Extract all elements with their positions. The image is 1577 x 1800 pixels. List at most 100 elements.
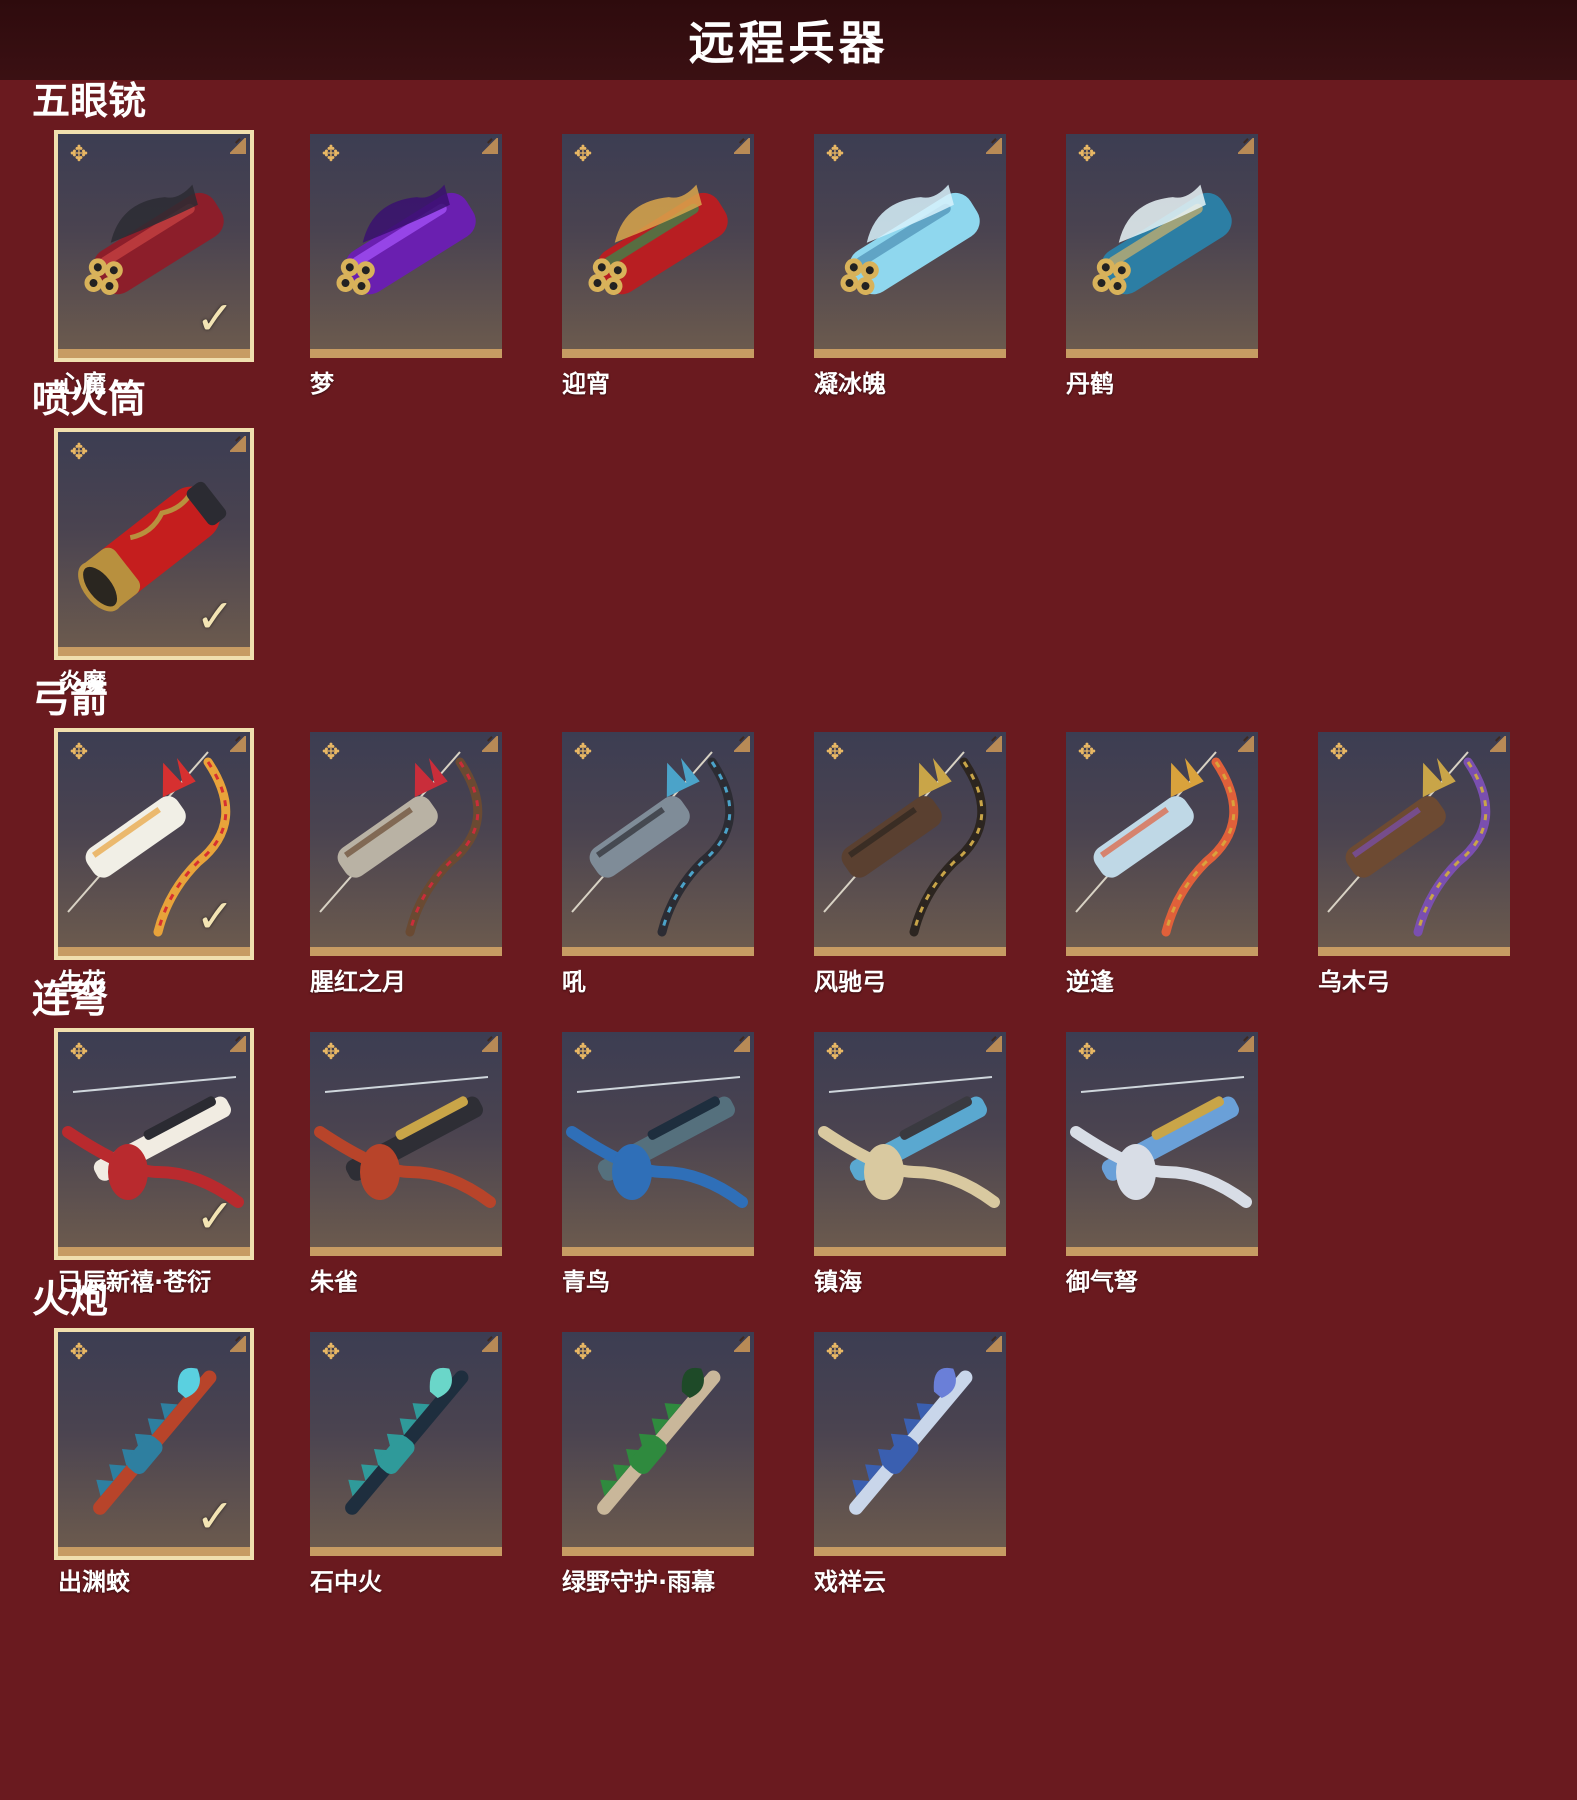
weapon-item[interactable]: ✥ 青鸟 [562,1032,758,1297]
rarity-star-icon: ✥ [825,740,845,765]
corner-tag-icon [482,1336,498,1352]
rarity-star-icon: ✥ [321,1340,341,1365]
weapon-name: 绿野守护·雨幕 [562,1568,716,1596]
weapon-name: 梦 [310,370,334,398]
weapon-card[interactable]: ✥ ✓ [54,130,254,362]
weapon-card[interactable]: ✥ [310,134,502,358]
corner-tag-icon [986,1336,1002,1352]
rarity-star-icon: ✥ [825,142,845,167]
rarity-star-icon: ✥ [573,740,593,765]
weapon-item[interactable]: ✥ ✓ 出渊蛟 [54,1328,254,1597]
corner-tag-icon [1490,736,1506,752]
weapon-card[interactable]: ✥ [562,1332,754,1556]
weapon-name: 腥红之月 [310,968,406,996]
weapon-name: 逆逢 [1066,968,1114,996]
corner-tag-icon [1238,1036,1254,1052]
weapon-card[interactable]: ✥ [1318,732,1510,956]
weapon-card[interactable]: ✥ [562,134,754,358]
weapon-item[interactable]: ✥ ✓ 炎魔 [54,428,254,697]
weapon-name: 青鸟 [562,1268,610,1296]
rarity-star-icon: ✥ [825,1040,845,1065]
weapon-name: 镇海 [814,1268,862,1296]
weapon-card[interactable]: ✥ [814,1332,1006,1556]
rarity-star-icon: ✥ [69,740,89,765]
weapon-name: 石中火 [310,1568,382,1596]
weapon-item[interactable]: ✥ ✓ 已辰新禧·苍衍 [54,1028,254,1297]
corner-tag-icon [1238,138,1254,154]
rarity-star-icon: ✥ [1077,740,1097,765]
weapon-card[interactable]: ✥ [1066,134,1258,358]
page-title: 远程兵器 [688,16,889,70]
corner-tag-icon [230,1336,246,1352]
corner-tag-icon [986,138,1002,154]
weapon-item[interactable]: ✥ ✓ 心魔 [54,130,254,399]
weapon-item[interactable]: ✥ ✓ 生花 [54,728,254,997]
weapon-card[interactable]: ✥ [1066,1032,1258,1256]
rarity-star-icon: ✥ [69,1040,89,1065]
equipped-check-icon: ✓ [195,589,235,643]
corner-tag-icon [986,736,1002,752]
rarity-star-icon: ✥ [69,440,89,465]
equipped-check-icon: ✓ [195,291,235,345]
weapon-item[interactable]: ✥ 戏祥云 [814,1332,1010,1597]
weapon-card[interactable]: ✥ [814,732,1006,956]
weapon-name: 乌木弓 [1318,968,1390,996]
weapon-item[interactable]: ✥ 风驰弓 [814,732,1010,997]
weapon-item[interactable]: ✥ 石中火 [310,1332,506,1597]
weapon-item[interactable]: ✥ 绿野守护·雨幕 [562,1332,758,1597]
section-title: 五眼铳 [32,79,147,123]
weapon-item[interactable]: ✥ 御气弩 [1066,1032,1262,1297]
weapon-card[interactable]: ✥ [562,732,754,956]
weapon-item[interactable]: ✥ 梦 [310,134,506,399]
weapon-item[interactable]: ✥ 逆逢 [1066,732,1262,997]
weapon-name: 凝冰魄 [814,370,886,398]
corner-tag-icon [734,138,750,154]
weapon-item[interactable]: ✥ 镇海 [814,1032,1010,1297]
weapon-card[interactable]: ✥ [562,1032,754,1256]
weapon-card[interactable]: ✥ [310,1032,502,1256]
section-title: 连弩 [32,977,109,1021]
corner-tag-icon [734,736,750,752]
corner-tag-icon [734,1336,750,1352]
weapon-item[interactable]: ✥ 丹鹤 [1066,134,1262,399]
rarity-star-icon: ✥ [573,1340,593,1365]
weapon-name: 吼 [562,968,586,996]
rarity-star-icon: ✥ [825,1340,845,1365]
equipped-check-icon: ✓ [195,889,235,943]
weapon-card[interactable]: ✥ ✓ [54,428,254,660]
section-title: 喷火筒 [32,377,147,421]
corner-tag-icon [482,736,498,752]
corner-tag-icon [482,1036,498,1052]
rarity-star-icon: ✥ [69,1340,89,1365]
weapon-card[interactable]: ✥ [310,1332,502,1556]
weapon-item[interactable]: ✥ 乌木弓 [1318,732,1514,997]
rarity-star-icon: ✥ [1077,1040,1097,1065]
weapon-name: 御气弩 [1066,1268,1138,1296]
weapon-item[interactable]: ✥ 吼 [562,732,758,997]
rarity-star-icon: ✥ [321,142,341,167]
weapon-card[interactable]: ✥ [1066,732,1258,956]
corner-tag-icon [230,736,246,752]
weapon-card[interactable]: ✥ [814,1032,1006,1256]
weapon-item[interactable]: ✥ 凝冰魄 [814,134,1010,399]
weapon-item[interactable]: ✥ 迎宵 [562,134,758,399]
weapon-card[interactable]: ✥ [814,134,1006,358]
weapon-card[interactable]: ✥ ✓ [54,728,254,960]
rarity-star-icon: ✥ [69,142,89,167]
weapon-name: 朱雀 [310,1268,358,1296]
weapon-card[interactable]: ✥ ✓ [54,1028,254,1260]
weapon-name: 出渊蛟 [58,1568,130,1596]
corner-tag-icon [230,1036,246,1052]
corner-tag-icon [1238,736,1254,752]
equipped-check-icon: ✓ [195,1489,235,1543]
weapon-name: 迎宵 [562,370,610,398]
rarity-star-icon: ✥ [321,1040,341,1065]
rarity-star-icon: ✥ [321,740,341,765]
weapon-card[interactable]: ✥ ✓ [54,1328,254,1560]
section-title: 火炮 [32,1277,109,1321]
weapon-card[interactable]: ✥ [310,732,502,956]
corner-tag-icon [986,1036,1002,1052]
rarity-star-icon: ✥ [573,142,593,167]
weapon-item[interactable]: ✥ 朱雀 [310,1032,506,1297]
weapon-item[interactable]: ✥ 腥红之月 [310,732,506,997]
